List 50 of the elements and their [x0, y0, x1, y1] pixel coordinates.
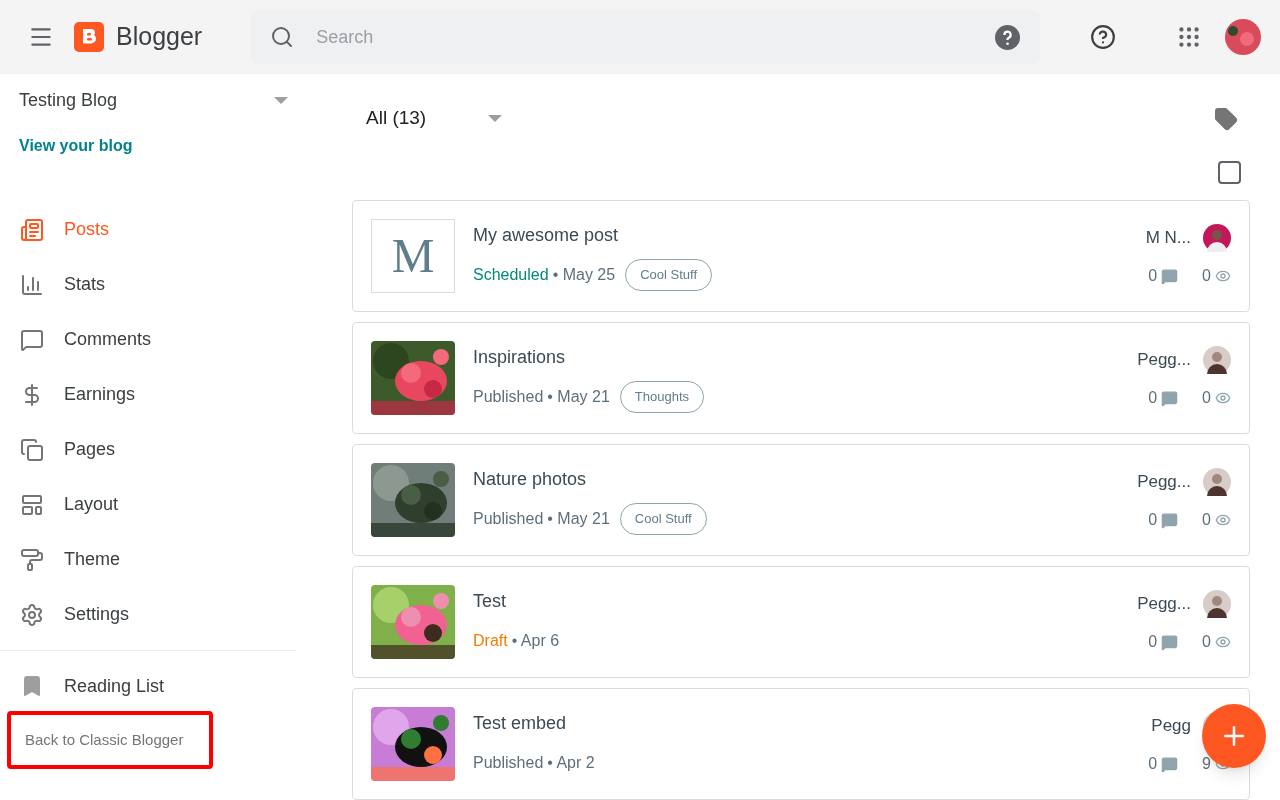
post-date: • May 25 [552, 264, 616, 285]
blog-name[interactable]: Testing Blog [19, 86, 274, 114]
post-title[interactable]: Inspirations [473, 343, 1121, 371]
post-date: • May 21 [547, 508, 610, 529]
post-status: Draft [473, 630, 508, 651]
nav-item[interactable]: Pages [0, 422, 296, 477]
author-name: Pegg [1151, 715, 1191, 738]
view-count: 9 [1202, 754, 1211, 774]
nav-item[interactable]: Stats [0, 257, 296, 312]
post-date: • Apr 6 [511, 630, 560, 651]
nav-item[interactable]: Settings [0, 587, 296, 642]
author-name: Pegg... [1137, 349, 1191, 372]
search-input[interactable]: Search [316, 23, 996, 51]
post-card[interactable]: M My awesome post Scheduled • May 25 Cool Stuff M N... 0 0 [352, 200, 1250, 312]
comment-count: 0 [1148, 632, 1158, 652]
post-date: • May 21 [547, 386, 610, 407]
nav-item[interactable]: Reading List [0, 661, 296, 711]
classic-blogger-link[interactable]: Back to Classic Blogger [25, 728, 184, 752]
nav-item[interactable]: Theme [0, 532, 296, 587]
filter-dropdown[interactable]: All (13) [366, 104, 427, 133]
post-status: Published [473, 508, 544, 529]
author-name: Pegg... [1137, 593, 1191, 616]
nav-item[interactable]: Comments [0, 312, 296, 367]
author-name: Pegg... [1137, 471, 1191, 494]
post-card[interactable]: Test Draft • Apr 6 Pegg... 0 0 [352, 566, 1250, 678]
post-status: Scheduled [473, 264, 549, 285]
view-count: 0 [1202, 266, 1211, 286]
nav-item[interactable]: Earnings [0, 367, 296, 422]
post-title[interactable]: Nature photos [473, 465, 1121, 493]
post-card[interactable]: Nature photos Published • May 21 Cool Stuff Pegg... 0 0 [352, 444, 1250, 556]
comment-count: 0 [1148, 266, 1158, 286]
post-status: Published [473, 752, 544, 773]
post-status: Published [473, 386, 544, 407]
comment-count: 0 [1148, 388, 1158, 408]
post-title[interactable]: My awesome post [473, 221, 1121, 249]
post-card[interactable]: Inspirations Published • May 21 Thoughts Pegg... 0 0 [352, 322, 1250, 434]
author-name: M N... [1145, 227, 1191, 250]
app-name: Blogger [116, 21, 203, 53]
view-count: 0 [1202, 632, 1211, 652]
nav-item[interactable]: Layout [0, 477, 296, 532]
letter-thumbnail: M [371, 219, 455, 293]
view-count: 0 [1202, 510, 1211, 530]
view-count: 0 [1202, 388, 1211, 408]
comment-count: 0 [1148, 754, 1158, 774]
view-blog-link[interactable]: View your blog [19, 134, 133, 158]
post-title[interactable]: Test [473, 587, 1121, 615]
post-date: • Apr 2 [547, 752, 595, 773]
comment-count: 0 [1148, 510, 1158, 530]
search-field[interactable]: Search [250, 10, 1041, 64]
post-title[interactable]: Test embed [473, 709, 1121, 737]
